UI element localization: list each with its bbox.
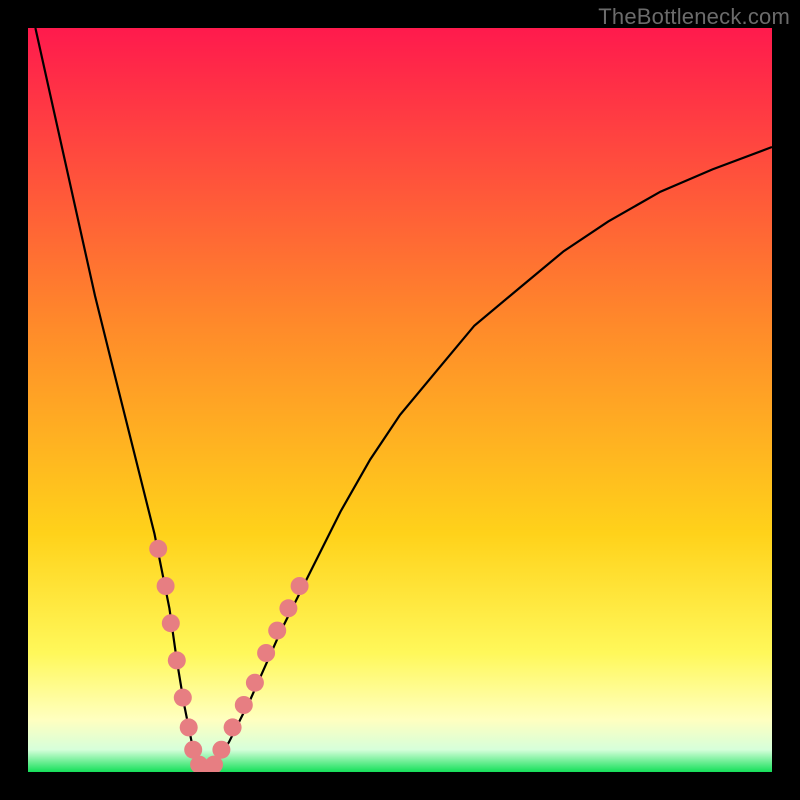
data-point xyxy=(149,540,167,558)
data-point xyxy=(279,599,297,617)
data-point xyxy=(180,718,198,736)
data-point xyxy=(168,651,186,669)
data-point xyxy=(246,674,264,692)
data-point xyxy=(268,622,286,640)
data-point xyxy=(212,741,230,759)
data-point xyxy=(174,689,192,707)
data-point xyxy=(157,577,175,595)
watermark-text: TheBottleneck.com xyxy=(598,4,790,30)
data-point xyxy=(162,614,180,632)
gradient-background xyxy=(28,28,772,772)
data-point xyxy=(257,644,275,662)
data-point xyxy=(291,577,309,595)
bottleneck-chart xyxy=(28,28,772,772)
data-point xyxy=(235,696,253,714)
data-point xyxy=(224,718,242,736)
chart-frame: TheBottleneck.com xyxy=(0,0,800,800)
